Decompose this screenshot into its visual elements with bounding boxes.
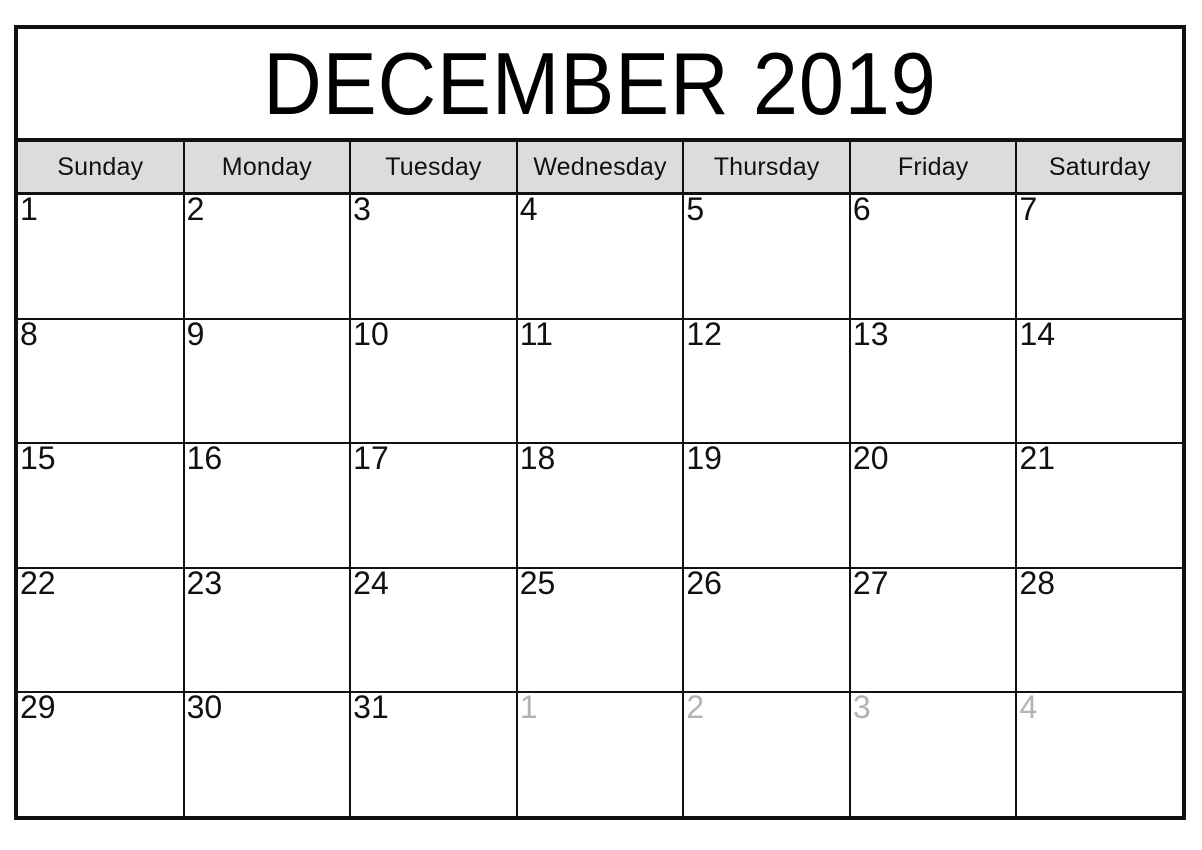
day-number: 12 bbox=[686, 319, 722, 352]
weekday-header-friday: Friday bbox=[850, 142, 1018, 192]
day-number: 27 bbox=[852, 568, 889, 601]
day-number: 29 bbox=[20, 693, 56, 726]
day-number: 1 bbox=[20, 195, 38, 227]
day-number: 10 bbox=[353, 319, 389, 352]
day-cell[interactable]: 5 bbox=[684, 195, 851, 318]
day-cell[interactable]: 21 bbox=[1017, 444, 1183, 567]
day-cell[interactable]: 12 bbox=[684, 319, 851, 443]
day-cell[interactable]: 3 bbox=[850, 693, 1018, 816]
day-number: 20 bbox=[852, 444, 889, 477]
day-cell[interactable]: 10 bbox=[351, 319, 518, 443]
day-cell[interactable]: 4 bbox=[517, 195, 685, 318]
day-cell[interactable]: 22 bbox=[18, 568, 185, 692]
day-number: 30 bbox=[186, 693, 223, 726]
day-number: 4 bbox=[1019, 693, 1038, 726]
day-number: 9 bbox=[186, 319, 205, 352]
day-number: 1 bbox=[519, 693, 538, 726]
day-number: 28 bbox=[1019, 568, 1056, 601]
day-cell[interactable]: 9 bbox=[184, 319, 352, 443]
day-number: 3 bbox=[852, 693, 871, 726]
day-cell[interactable]: 15 bbox=[18, 444, 185, 567]
day-cell[interactable]: 11 bbox=[517, 319, 685, 443]
day-number: 17 bbox=[353, 444, 389, 477]
calendar-grid: 1 2 3 4 5 6 7 8 9 10 11 12 13 14 15 16 17 18 19 20 21 22 23 24 2… bbox=[18, 195, 1183, 816]
day-number: 18 bbox=[519, 444, 556, 477]
calendar-page: DECEMBER 2019 Sunday Monday Tuesday Wednesd… bbox=[0, 0, 1202, 850]
day-number: 7 bbox=[1019, 195, 1038, 227]
day-number: 22 bbox=[20, 568, 56, 601]
day-cell[interactable]: 17 bbox=[351, 444, 518, 567]
day-cell[interactable]: 31 bbox=[351, 693, 518, 816]
day-cell[interactable]: 27 bbox=[850, 568, 1018, 692]
day-cell[interactable]: 13 bbox=[850, 319, 1018, 443]
day-cell[interactable]: 19 bbox=[684, 444, 851, 567]
week-row: 29 30 31 1 2 3 4 bbox=[18, 693, 1183, 816]
weekday-header-row: Sunday Monday Tuesday Wednesday Thursday Frid… bbox=[18, 142, 1183, 195]
day-number: 2 bbox=[186, 195, 205, 227]
day-cell[interactable]: 2 bbox=[184, 195, 352, 318]
day-number: 16 bbox=[186, 444, 223, 477]
day-cell[interactable]: 3 bbox=[351, 195, 518, 318]
weekday-header-saturday: Saturday bbox=[1017, 142, 1183, 192]
calendar-frame: DECEMBER 2019 Sunday Monday Tuesday Wednesd… bbox=[14, 25, 1186, 820]
page-title: DECEMBER 2019 bbox=[263, 33, 937, 133]
day-number: 31 bbox=[353, 693, 389, 726]
day-number: 24 bbox=[353, 568, 389, 601]
day-cell[interactable]: 24 bbox=[351, 568, 518, 692]
week-row: 1 2 3 4 5 6 7 bbox=[18, 195, 1183, 320]
weekday-header-thursday: Thursday bbox=[684, 142, 851, 192]
day-number: 5 bbox=[686, 195, 705, 227]
day-cell[interactable]: 25 bbox=[517, 568, 685, 692]
weekday-header-monday: Monday bbox=[184, 142, 352, 192]
day-cell[interactable]: 2 bbox=[684, 693, 851, 816]
day-number: 26 bbox=[686, 568, 722, 601]
day-number: 3 bbox=[353, 195, 371, 227]
day-number: 4 bbox=[519, 195, 538, 227]
day-number: 13 bbox=[852, 319, 889, 352]
day-cell[interactable]: 18 bbox=[517, 444, 685, 567]
day-number: 19 bbox=[686, 444, 722, 477]
day-cell[interactable]: 29 bbox=[18, 693, 185, 816]
day-number: 2 bbox=[686, 693, 705, 726]
day-number: 6 bbox=[852, 195, 871, 227]
day-number: 14 bbox=[1019, 319, 1056, 352]
day-number: 23 bbox=[186, 568, 223, 601]
weekday-header-tuesday: Tuesday bbox=[351, 142, 518, 192]
weekday-header-sunday: Sunday bbox=[18, 142, 185, 192]
day-number: 21 bbox=[1019, 444, 1056, 477]
day-number: 15 bbox=[20, 444, 56, 477]
day-cell[interactable]: 4 bbox=[1017, 693, 1183, 816]
day-cell[interactable]: 16 bbox=[184, 444, 352, 567]
day-cell[interactable]: 30 bbox=[184, 693, 352, 816]
day-cell[interactable]: 14 bbox=[1017, 319, 1183, 443]
day-number: 11 bbox=[519, 319, 553, 352]
calendar-title-band: DECEMBER 2019 bbox=[18, 29, 1182, 142]
day-cell[interactable]: 26 bbox=[684, 568, 851, 692]
day-cell[interactable]: 6 bbox=[850, 195, 1018, 318]
day-cell[interactable]: 7 bbox=[1017, 195, 1183, 318]
week-row: 15 16 17 18 19 20 21 bbox=[18, 444, 1183, 569]
day-cell[interactable]: 8 bbox=[18, 319, 185, 443]
day-cell[interactable]: 20 bbox=[850, 444, 1018, 567]
day-cell[interactable]: 28 bbox=[1017, 568, 1183, 692]
day-number: 25 bbox=[519, 568, 556, 601]
day-cell[interactable]: 1 bbox=[18, 195, 185, 318]
day-number: 8 bbox=[20, 319, 38, 352]
week-row: 8 9 10 11 12 13 14 bbox=[18, 319, 1183, 445]
week-row: 22 23 24 25 26 27 28 bbox=[18, 568, 1183, 694]
weekday-header-wednesday: Wednesday bbox=[517, 142, 685, 192]
day-cell[interactable]: 1 bbox=[517, 693, 685, 816]
day-cell[interactable]: 23 bbox=[184, 568, 352, 692]
